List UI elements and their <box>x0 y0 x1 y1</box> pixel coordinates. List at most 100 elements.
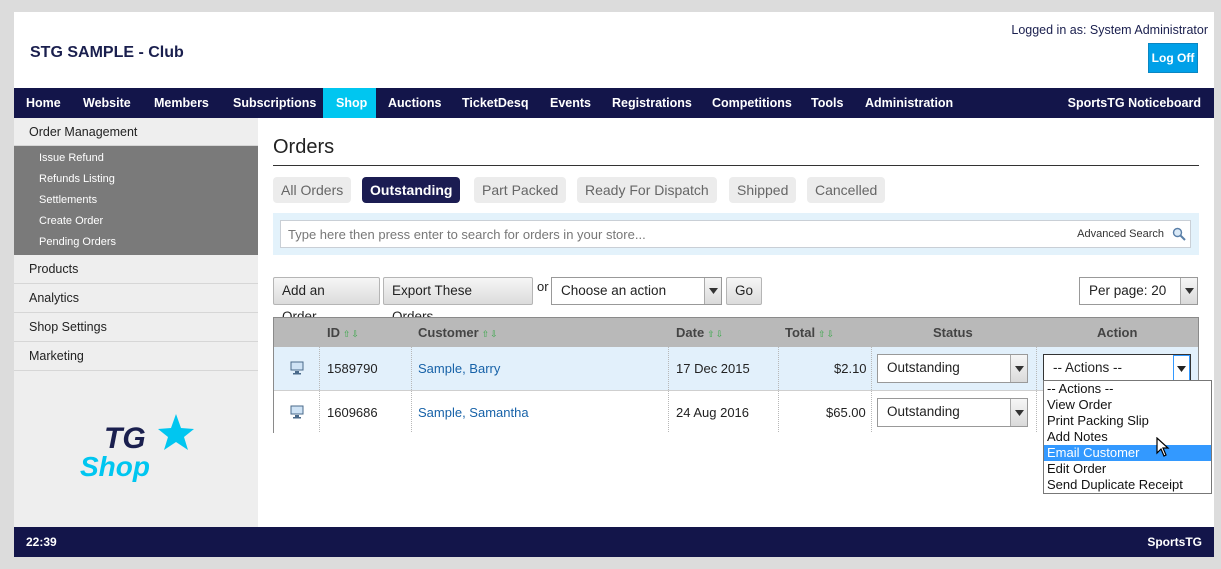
sidebar-item-shop-settings[interactable]: Shop Settings <box>14 313 258 342</box>
add-order-button[interactable]: Add an Order... <box>273 277 380 324</box>
action-option-placeholder[interactable]: -- Actions -- <box>1044 381 1211 397</box>
chevron-down-icon <box>1173 355 1190 382</box>
customer-link[interactable]: Sample, Barry <box>418 347 500 390</box>
nav-administration[interactable]: Administration <box>865 88 953 118</box>
sidebar-item-create-order[interactable]: Create Order <box>14 211 258 232</box>
order-id: 1589790 <box>327 361 378 376</box>
mouse-cursor-icon <box>1156 437 1170 457</box>
footer-time: 22:39 <box>26 535 57 549</box>
column-divider <box>871 347 872 432</box>
action-option-view-order[interactable]: View Order <box>1044 397 1211 413</box>
tab-outstanding[interactable]: Outstanding <box>362 177 461 203</box>
choose-action-select[interactable]: Choose an action <box>551 277 722 305</box>
log-off-button[interactable]: Log Off <box>1148 43 1198 73</box>
order-total: $2.10 <box>834 361 867 376</box>
column-divider <box>668 347 669 432</box>
nav-events[interactable]: Events <box>550 88 591 118</box>
svg-text:Shop: Shop <box>80 451 150 482</box>
page: STG SAMPLE - Club Logged in as: System A… <box>14 12 1214 557</box>
nav-subscriptions[interactable]: Subscriptions <box>233 88 316 118</box>
search-icon[interactable] <box>1172 227 1186 241</box>
footer: 22:39 SportsTG <box>14 527 1214 557</box>
club-name: STG SAMPLE - Club <box>30 44 184 61</box>
actions-value: -- Actions -- <box>1053 360 1123 375</box>
column-customer[interactable]: Customer ⇧⇩ <box>418 318 499 347</box>
status-select[interactable]: Outstanding <box>877 354 1028 383</box>
column-date[interactable]: Date ⇧⇩ <box>676 318 724 347</box>
choose-action-value: Choose an action <box>561 283 667 298</box>
action-option-edit-order[interactable]: Edit Order <box>1044 461 1211 477</box>
chevron-down-icon <box>1010 355 1027 382</box>
nav-members[interactable]: Members <box>154 88 209 118</box>
go-button[interactable]: Go <box>726 277 762 305</box>
tab-cancelled[interactable]: Cancelled <box>807 177 886 203</box>
nav-tools[interactable]: Tools <box>811 88 843 118</box>
order-id: 1609686 <box>327 405 378 420</box>
status-value: Outstanding <box>887 404 960 419</box>
actions-dropdown-list: -- Actions -- View Order Print Packing S… <box>1043 380 1212 494</box>
action-option-send-duplicate-receipt[interactable]: Send Duplicate Receipt <box>1044 477 1211 493</box>
tab-ready-for-dispatch[interactable]: Ready For Dispatch <box>577 177 717 203</box>
sidebar-item-marketing[interactable]: Marketing <box>14 342 258 371</box>
per-page-value: Per page: 20 <box>1089 283 1167 298</box>
sidebar-order-management[interactable]: Order Management <box>14 118 258 146</box>
chevron-down-icon <box>1010 399 1027 426</box>
action-option-email-customer[interactable]: Email Customer <box>1044 445 1211 461</box>
column-id[interactable]: ID ⇧⇩ <box>327 318 360 347</box>
search-input[interactable] <box>281 221 1041 247</box>
status-value: Outstanding <box>887 360 960 375</box>
action-option-print-packing-slip[interactable]: Print Packing Slip <box>1044 413 1211 429</box>
sort-icon: ⇧⇩ <box>707 329 725 339</box>
sort-icon: ⇧⇩ <box>818 329 836 339</box>
tab-all-orders[interactable]: All Orders <box>273 177 352 203</box>
page-title: Orders <box>273 136 335 158</box>
computer-icon <box>290 361 304 375</box>
nav-competitions[interactable]: Competitions <box>712 88 792 118</box>
column-divider <box>1036 347 1037 432</box>
nav-shop[interactable]: Shop <box>323 88 376 118</box>
customer-link[interactable]: Sample, Samantha <box>418 391 529 434</box>
chevron-down-icon <box>1180 278 1197 304</box>
action-option-add-notes[interactable]: Add Notes <box>1044 429 1211 445</box>
or-label: or <box>537 279 549 294</box>
sidebar-item-analytics[interactable]: Analytics <box>14 284 258 313</box>
nav-registrations[interactable]: Registrations <box>612 88 692 118</box>
sidebar-item-settlements[interactable]: Settlements <box>14 190 258 211</box>
table-header: ID ⇧⇩ Customer ⇧⇩ Date ⇧⇩ Total ⇧⇩ Status Ac… <box>274 318 1198 347</box>
column-divider <box>319 347 320 432</box>
sidebar-subnav: Issue Refund Refunds Listing Settlements… <box>14 146 258 255</box>
sidebar: Order Management Issue Refund Refunds Li… <box>14 118 258 527</box>
nav-auctions[interactable]: Auctions <box>388 88 441 118</box>
column-divider <box>778 347 779 432</box>
search-bar: Advanced Search <box>273 213 1199 255</box>
status-select[interactable]: Outstanding <box>877 398 1028 427</box>
sidebar-item-products[interactable]: Products <box>14 255 258 284</box>
title-divider <box>273 165 1199 166</box>
tg-shop-logo: TG Shop <box>80 414 194 482</box>
nav-home[interactable]: Home <box>26 88 61 118</box>
column-action: Action <box>1097 325 1138 340</box>
per-page-select[interactable]: Per page: 20 <box>1079 277 1198 305</box>
tab-part-packed[interactable]: Part Packed <box>474 177 567 203</box>
sidebar-item-issue-refund[interactable]: Issue Refund <box>14 148 258 169</box>
column-divider <box>411 347 412 432</box>
sort-icon: ⇧⇩ <box>343 329 361 339</box>
nav-website[interactable]: Website <box>83 88 131 118</box>
chevron-down-icon <box>704 278 721 304</box>
column-total[interactable]: Total ⇧⇩ <box>785 318 835 347</box>
header: STG SAMPLE - Club Logged in as: System A… <box>14 12 1214 88</box>
main-nav: Home Website Members Subscriptions Shop … <box>14 88 1214 118</box>
order-total: $65.00 <box>826 405 866 420</box>
search-box: Advanced Search <box>280 220 1191 248</box>
tab-shipped[interactable]: Shipped <box>729 177 797 203</box>
sort-icon: ⇧⇩ <box>481 329 499 339</box>
order-date: 24 Aug 2016 <box>676 405 750 420</box>
column-status: Status <box>933 325 973 340</box>
sidebar-item-pending-orders[interactable]: Pending Orders <box>14 232 258 253</box>
nav-noticeboard[interactable]: SportsTG Noticeboard <box>1068 88 1201 118</box>
sidebar-item-refunds-listing[interactable]: Refunds Listing <box>14 169 258 190</box>
advanced-search-link[interactable]: Advanced Search <box>1077 228 1164 240</box>
export-orders-button[interactable]: Export These Orders... <box>383 277 533 324</box>
actions-select[interactable]: -- Actions -- <box>1043 354 1191 383</box>
nav-ticketdesq[interactable]: TicketDesq <box>462 88 528 118</box>
